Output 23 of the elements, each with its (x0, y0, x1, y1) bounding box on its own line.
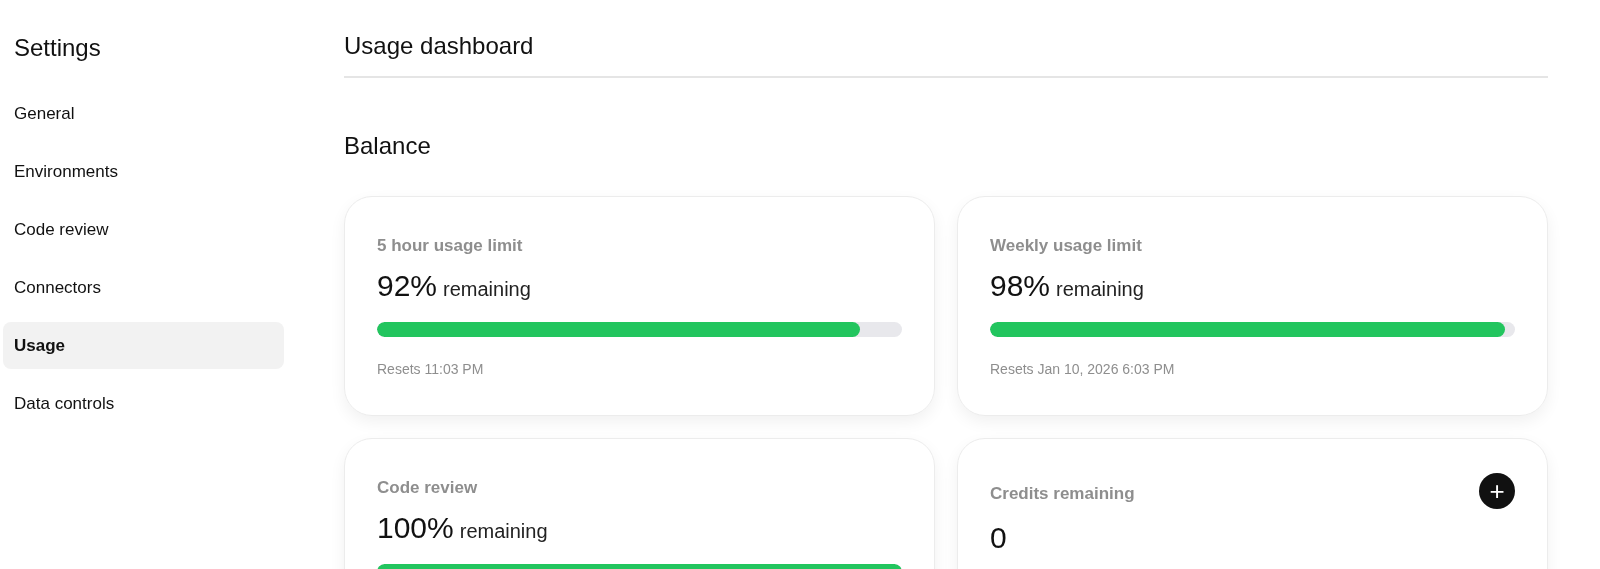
value-suffix: remaining (459, 518, 548, 544)
card-value: 0 (990, 520, 1007, 556)
page-title: Usage dashboard (344, 32, 534, 59)
card-label: 5 hour usage limit (377, 235, 523, 257)
add-credits-button[interactable]: + (1479, 473, 1515, 509)
reset-time: Resets Jan 10, 2026 6:03 PM (990, 360, 1175, 377)
card-value: 100% (377, 509, 454, 546)
sidebar-item[interactable]: Connectors (3, 264, 284, 311)
card-label: Credits remaining (990, 483, 1135, 506)
sidebar-title: Settings (13, 33, 102, 63)
sidebar-item[interactable]: Usage (3, 322, 284, 369)
card-value: 98% (990, 267, 1051, 304)
sidebar-item[interactable]: Code review (3, 206, 284, 253)
reset-time: Resets 11:03 PM (377, 360, 484, 377)
card-value: 92% (377, 267, 438, 304)
sidebar-item[interactable]: General (3, 90, 284, 137)
sidebar-item[interactable]: Environments (3, 148, 284, 195)
sidebar-item[interactable]: Data controls (3, 380, 284, 427)
card-label: Weekly usage limit (990, 235, 1142, 257)
value-suffix: remaining (443, 276, 531, 302)
card-label: Code review (377, 477, 478, 499)
value-suffix: remaining (1056, 276, 1144, 302)
section-heading: Balance (344, 132, 431, 159)
